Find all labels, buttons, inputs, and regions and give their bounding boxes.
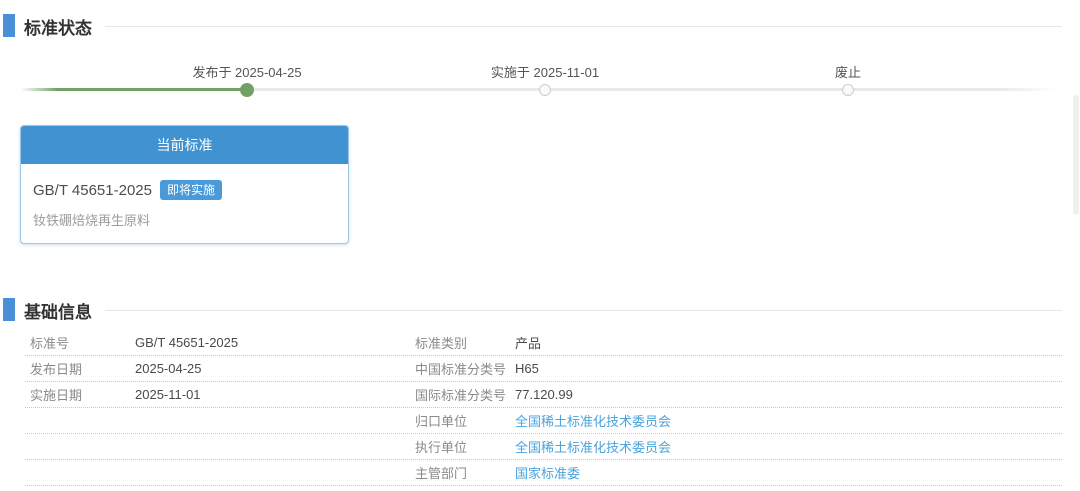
- timeline-track-done: [20, 88, 247, 91]
- standard-detail-page: 标准状态 发布于 2025-04-25 实施于 2025-11-01 废止 当前…: [0, 0, 1080, 491]
- field-value: 2025-04-25: [135, 361, 202, 376]
- timeline-track-remaining: [247, 88, 1057, 91]
- current-standard-card-body: GB/T 45651-2025 即将实施 钕铁硼焙烧再生原料: [21, 164, 348, 229]
- timeline-label-abolished: 废止: [834, 65, 862, 80]
- section-divider: [105, 310, 1062, 311]
- timeline-label-published: 发布于 2025-04-25: [192, 65, 302, 80]
- basic-info-table: 标准号 GB/T 45651-2025 标准类别 产品 发布日期 2025-04…: [25, 330, 1062, 486]
- timeline-dot-abolished: [842, 84, 854, 96]
- section-divider: [105, 26, 1062, 27]
- standard-name: 钕铁硼焙烧再生原料: [33, 213, 151, 228]
- field-label: 实施日期: [30, 388, 83, 403]
- field-label: 标准号: [30, 336, 70, 351]
- field-label: 中国标准分类号: [415, 362, 507, 377]
- field-label: 发布日期: [30, 362, 83, 377]
- table-row: 发布日期 2025-04-25 中国标准分类号 H65: [25, 356, 1062, 382]
- table-row: 主管部门 国家标准委: [25, 460, 1062, 486]
- status-badge: 即将实施: [159, 180, 222, 200]
- field-label: 归口单位: [415, 414, 468, 429]
- timeline-dot-published: [240, 83, 254, 97]
- supervising-department-link[interactable]: 国家标准委: [515, 463, 1062, 482]
- status-section-title: 标准状态: [24, 19, 92, 38]
- scrollbar-thumb[interactable]: [1073, 95, 1079, 215]
- info-section-title: 基础信息: [24, 303, 92, 322]
- field-value: GB/T 45651-2025: [135, 335, 239, 350]
- section-marker: [3, 14, 15, 37]
- field-value: H65: [515, 361, 539, 376]
- current-standard-card[interactable]: 当前标准 GB/T 45651-2025 即将实施 钕铁硼焙烧再生原料: [20, 125, 349, 244]
- field-value: 产品: [515, 336, 542, 351]
- field-label: 执行单位: [415, 440, 468, 455]
- table-row: 执行单位 全国稀土标准化技术委员会: [25, 434, 1062, 460]
- table-row: 实施日期 2025-11-01 国际标准分类号 77.120.99: [25, 382, 1062, 408]
- timeline-label-implemented: 实施于 2025-11-01: [490, 65, 600, 80]
- field-label: 国际标准分类号: [415, 388, 507, 403]
- timeline-dot-implemented: [539, 84, 551, 96]
- centralized-unit-link[interactable]: 全国稀土标准化技术委员会: [515, 411, 1062, 430]
- current-standard-card-header: 当前标准: [21, 126, 348, 164]
- executing-unit-link[interactable]: 全国稀土标准化技术委员会: [515, 437, 1062, 456]
- section-marker: [3, 298, 15, 321]
- field-label: 标准类别: [415, 336, 468, 351]
- table-row: 归口单位 全国稀土标准化技术委员会: [25, 408, 1062, 434]
- field-value: 77.120.99: [515, 387, 573, 402]
- field-value: 2025-11-01: [135, 387, 201, 402]
- standard-code: GB/T 45651-2025: [33, 182, 152, 199]
- table-row: 标准号 GB/T 45651-2025 标准类别 产品: [25, 330, 1062, 356]
- field-label: 主管部门: [415, 466, 468, 481]
